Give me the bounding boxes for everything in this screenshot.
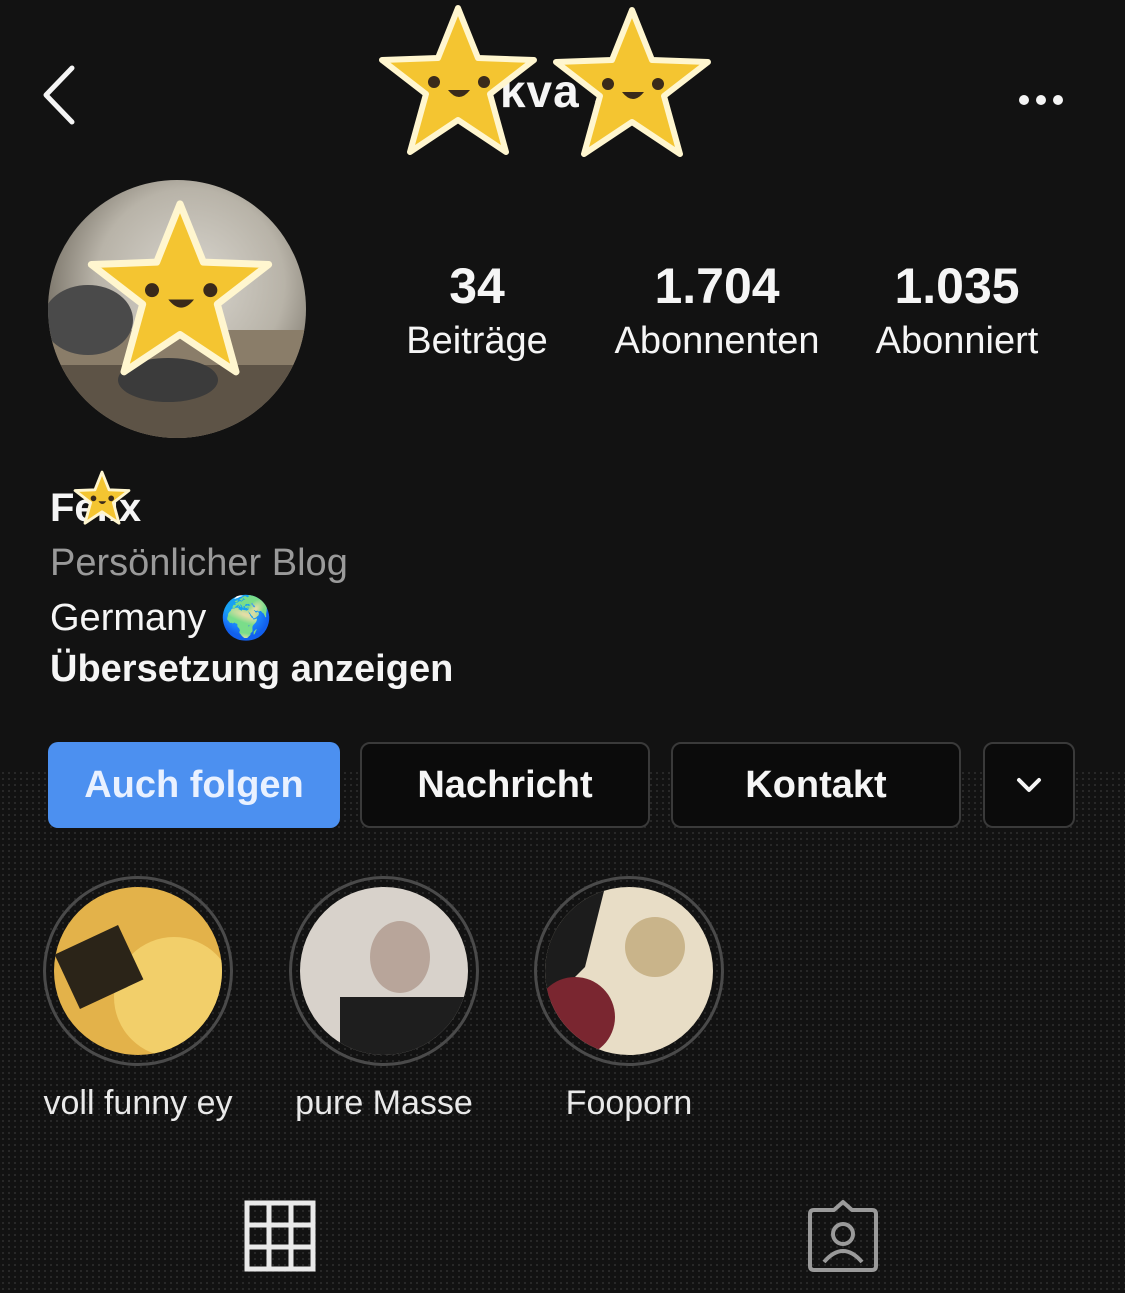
show-translation-link[interactable]: Übersetzung anzeigen [50,648,453,691]
tab-posts-grid[interactable] [244,1200,316,1277]
highlight-cover [545,887,713,1055]
stat-following[interactable]: 1.035 Abonniert [837,256,1077,366]
highlight-label: voll funny ey [43,1084,233,1122]
message-button[interactable]: Nachricht [360,742,650,828]
highlight-ring [289,876,479,1066]
contact-button[interactable]: Kontakt [671,742,961,828]
highlight-label: Fooporn [565,1084,693,1122]
stat-following-value: 1.035 [894,258,1020,314]
location-text: Germany [50,597,207,639]
more-options-button[interactable] [1010,86,1070,114]
star-sticker-icon [379,5,537,155]
highlight-label: pure Masse [295,1084,473,1122]
tagged-user-icon [808,1200,878,1272]
highlight-ring [534,876,724,1066]
profile-category: Persönlicher Blog [50,542,348,584]
star-sticker-icon [87,200,273,376]
stat-posts[interactable]: 34 Beiträge [357,256,597,366]
highlight-cover [300,887,468,1055]
stat-posts-value: 34 [449,258,505,314]
chevron-left-icon [43,65,75,125]
stat-followers[interactable]: 1.704 Abonnenten [597,256,837,366]
highlight-item[interactable]: pure Masse [284,876,484,1123]
star-sticker-icon [553,7,711,157]
suggestions-toggle-button[interactable] [983,742,1075,828]
follow-back-button[interactable]: Auch folgen [48,742,340,828]
highlight-item[interactable]: Fooporn [529,876,729,1123]
back-button[interactable] [38,62,88,128]
ellipsis-icon [1019,95,1063,105]
profile-location: Germany 🌍 [50,594,273,643]
grid-icon [244,1200,316,1272]
tab-tagged[interactable] [806,1200,880,1279]
highlight-cover [54,887,222,1055]
highlight-ring [43,876,233,1066]
stat-followers-value: 1.704 [654,258,780,314]
globe-icon: 🌍 [220,594,273,641]
star-sticker-icon [73,470,131,525]
stat-following-label: Abonniert [875,320,1039,362]
stat-followers-label: Abonnenten [614,320,820,362]
highlight-item[interactable]: voll funny ey [38,876,238,1123]
chevron-down-icon [1017,778,1041,792]
stat-posts-label: Beiträge [406,320,548,362]
